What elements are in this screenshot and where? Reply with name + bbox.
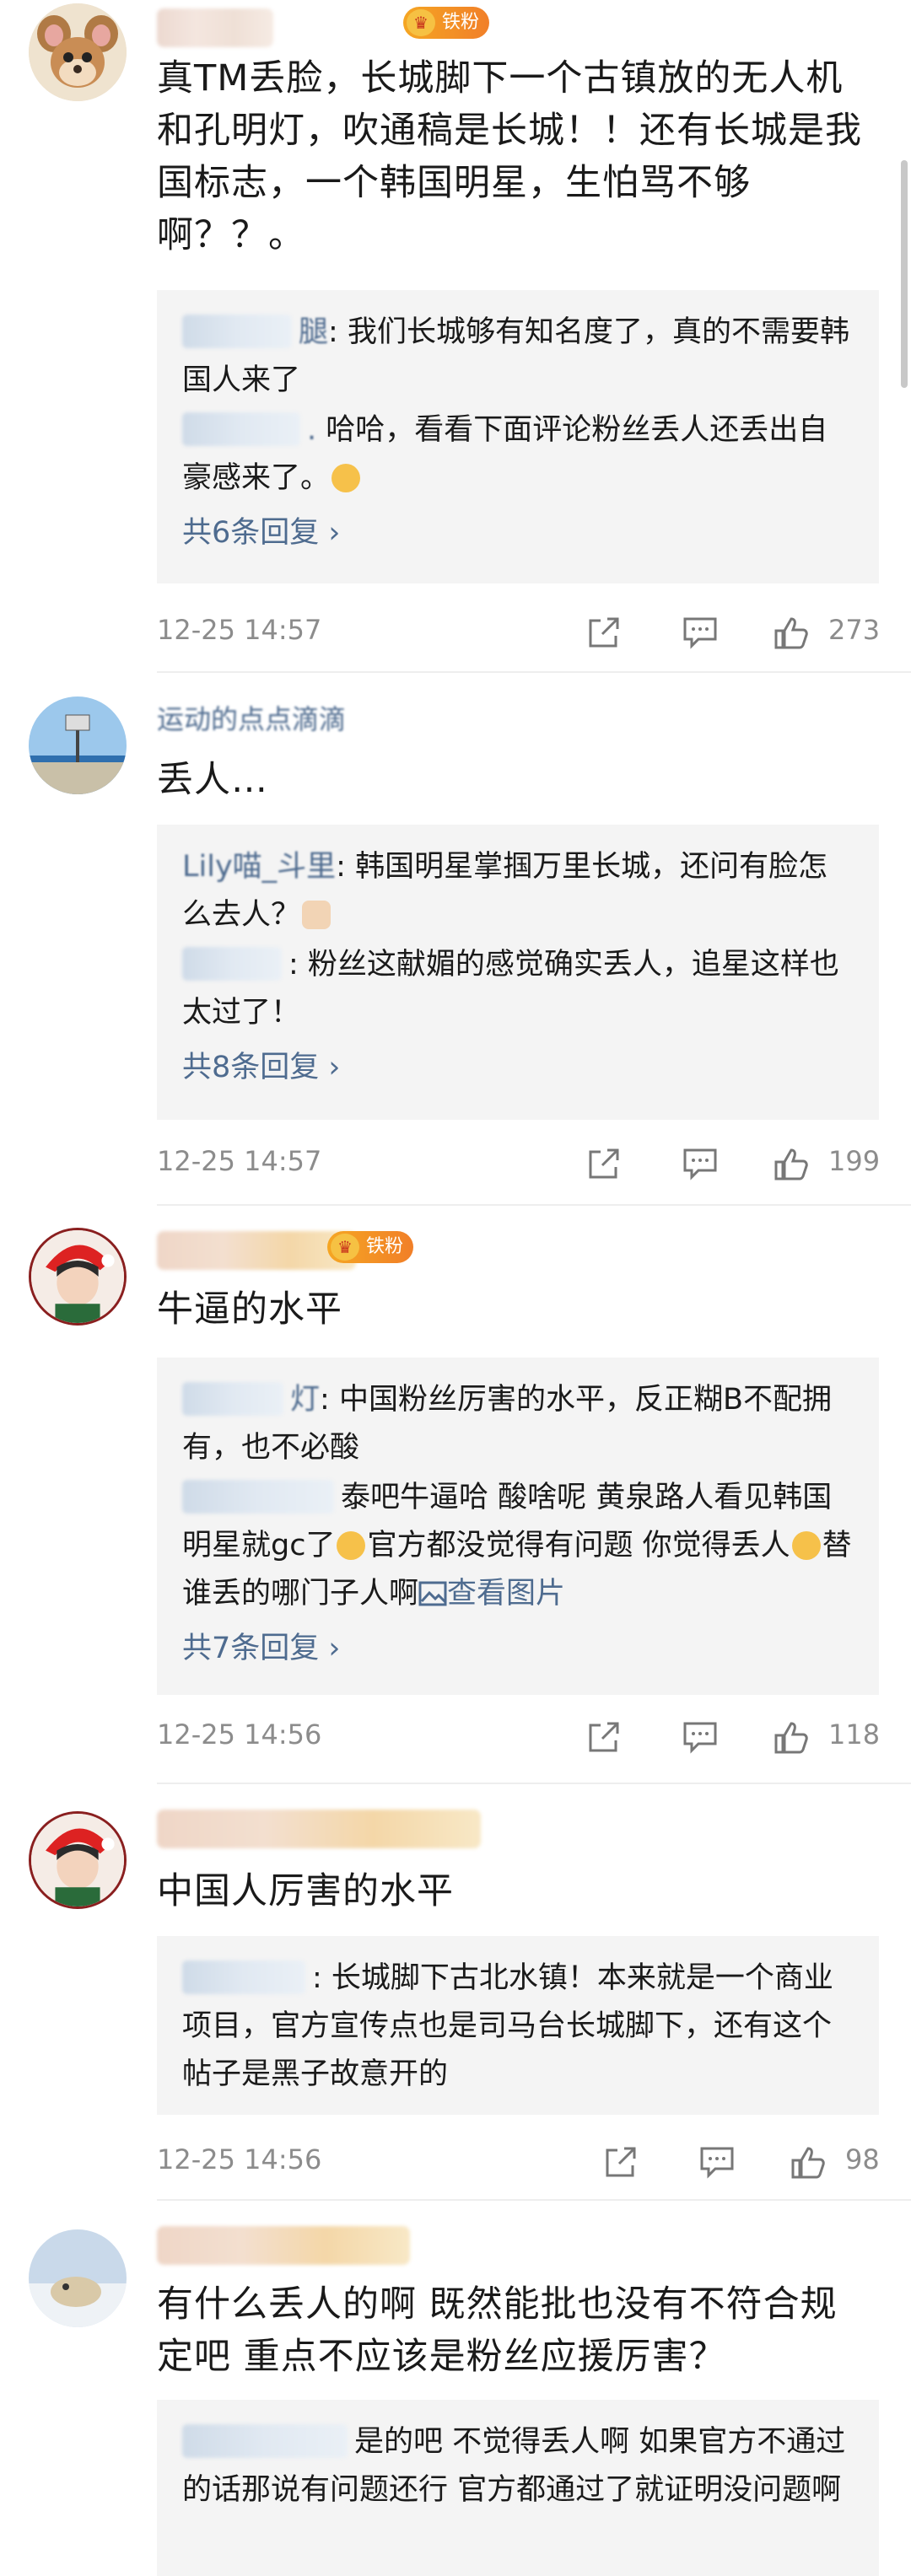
avatar[interactable] (29, 1228, 127, 1326)
like-icon[interactable] (773, 612, 813, 653)
share-icon[interactable] (584, 1143, 624, 1184)
reply-box[interactable]: : 长城脚下古北水镇！本来就是一个商业项目，官方宣传点也是司马台长城脚下，还有这… (157, 1936, 879, 2115)
comment-icon[interactable] (680, 1143, 720, 1184)
avatar[interactable] (29, 2229, 127, 2327)
comment-meta: 12-25 14:56 118 (157, 1712, 881, 1762)
reply-item[interactable]: 灯: 中国粉丝厉害的水平，反正糊B不配拥有，也不必酸 (182, 1376, 854, 1472)
like-icon[interactable] (773, 1143, 813, 1184)
crown-icon: ♛ (331, 1234, 359, 1261)
reply-username-blurred[interactable] (182, 412, 300, 446)
reply-username-blurred[interactable] (182, 1382, 283, 1416)
comment-text: 真TM丢脸，长城脚下一个古镇放的无人机和孔明灯，吹通稿是长城！！还有长城是我国标… (157, 57, 862, 256)
reply-username-blurred[interactable] (182, 315, 292, 348)
reply-item[interactable]: 泰吧牛逼哈 酸啥呢 黄泉路人看见韩国明星就gc了 官方都没觉得有问题 你觉得丢人替… (182, 1474, 854, 1618)
view-image-label: 查看图片 (447, 1577, 566, 1611)
comment-icon[interactable] (680, 612, 720, 653)
username-blurred[interactable] (157, 1231, 356, 1270)
comment-time: 12-25 14:56 (157, 1718, 322, 1750)
divider (157, 1783, 911, 1784)
reply-box[interactable]: 腿: 我们长城够有知名度了，真的不需要韩国人来了 . 哈哈，看看下面评论粉丝丢人… (157, 290, 879, 583)
avatar[interactable] (29, 3, 127, 101)
doge-emoji-icon (332, 464, 361, 492)
reply-item[interactable]: : 粉丝这献媚的感觉确实丢人，追星这样也太过了！ (182, 941, 854, 1037)
avatar[interactable] (29, 696, 127, 794)
share-icon[interactable] (584, 1717, 624, 1757)
view-more-replies-link[interactable]: 共6条回复 › (182, 508, 854, 558)
comment-text: 有什么丢人的啊 既然能批也没有不符合规定吧 重点不应该是粉丝应援厉害？ (157, 2283, 838, 2378)
like-count: 199 (828, 1145, 881, 1177)
reply-item[interactable]: . 哈哈，看看下面评论粉丝丢人还丢出自豪感来了。 (182, 406, 854, 503)
comment-time: 12-25 14:56 (157, 2143, 322, 2175)
fan-badge[interactable]: ♛ 铁粉 (327, 1231, 414, 1263)
reply-item[interactable]: Lily喵_斗里: 韩国明星掌掴万里长城，还问有脸怎么去人？ (182, 843, 854, 939)
like-count: 98 (845, 2143, 880, 2175)
username-blurred[interactable] (157, 2226, 410, 2265)
reply-item[interactable]: 腿: 我们长城够有知名度了，真的不需要韩国人来了 (182, 309, 854, 405)
share-icon[interactable] (601, 2142, 641, 2182)
comment-time: 12-25 14:57 (157, 1145, 322, 1177)
reply-item[interactable]: : 长城脚下古北水镇！本来就是一个商业项目，官方宣传点也是司马台长城脚下，还有这… (182, 1955, 854, 2099)
avatar[interactable] (29, 1811, 127, 1909)
reply-box[interactable]: Lily喵_斗里: 韩国明星掌掴万里长城，还问有脸怎么去人？ : 粉丝这献媚的感… (157, 825, 879, 1120)
divider (157, 1204, 911, 1206)
divider (157, 671, 911, 673)
username[interactable]: 运动的点点滴滴 (157, 698, 346, 737)
fan-badge-label: 铁粉 (442, 12, 480, 33)
reply-username[interactable]: 灯 (290, 1383, 320, 1417)
comment-text: 牛逼的水平 (157, 1288, 342, 1331)
like-icon[interactable] (790, 2142, 830, 2182)
reply-username-blurred[interactable] (182, 947, 282, 981)
reply-username-blurred[interactable] (182, 1960, 305, 1994)
reply-username[interactable]: 腿 (299, 315, 328, 349)
username-blurred[interactable] (157, 8, 273, 47)
clap-emoji-icon (302, 901, 332, 929)
comment-icon[interactable] (697, 2142, 737, 2182)
view-image-link[interactable]: 查看图片 (418, 1577, 565, 1611)
comment-meta: 12-25 14:57 199 (157, 1138, 881, 1189)
like-count: 273 (828, 614, 881, 646)
reply-item[interactable]: 是的吧 不觉得丢人啊 如果官方不通过的话那说有问题还行 官方都通过了就证明没问题… (182, 2418, 854, 2514)
comment-icon[interactable] (680, 1717, 720, 1757)
comment-time: 12-25 14:57 (157, 614, 322, 646)
username-blurred[interactable] (157, 1810, 481, 1848)
scrollbar[interactable] (901, 160, 908, 388)
comment-text: 丢人… (157, 759, 268, 801)
reply-username[interactable]: Lily喵_斗里 (182, 850, 336, 884)
reply-username-blurred[interactable] (182, 1480, 334, 1514)
fan-badge[interactable]: ♛ 铁粉 (403, 7, 490, 39)
smirk-emoji-icon (791, 1531, 821, 1560)
crown-icon: ♛ (407, 9, 435, 36)
like-count: 118 (828, 1718, 881, 1750)
view-more-replies-link[interactable]: 共7条回复 › (182, 1623, 854, 1674)
fan-badge-label: 铁粉 (366, 1236, 404, 1257)
reply-box[interactable]: 是的吧 不觉得丢人啊 如果官方不通过的话那说有问题还行 官方都通过了就证明没问题… (157, 2400, 879, 2576)
reply-text: 官方都没觉得有问题 你觉得丢人 (367, 1529, 790, 1562)
comment-meta: 12-25 14:57 273 (157, 607, 881, 658)
comment-meta: 12-25 14:56 98 (157, 2137, 880, 2187)
comment-text: 中国人厉害的水平 (157, 1870, 454, 1912)
smirk-emoji-icon (337, 1531, 366, 1560)
reply-box[interactable]: 灯: 中国粉丝厉害的水平，反正糊B不配拥有，也不必酸 泰吧牛逼哈 酸啥呢 黄泉路… (157, 1358, 879, 1695)
share-icon[interactable] (584, 612, 624, 653)
like-icon[interactable] (773, 1717, 813, 1757)
view-more-replies-link[interactable]: 共8条回复 › (182, 1042, 854, 1093)
divider (157, 2199, 911, 2201)
reply-username[interactable]: . (307, 413, 316, 447)
image-icon (418, 1581, 447, 1606)
reply-username-blurred[interactable] (182, 2424, 348, 2458)
